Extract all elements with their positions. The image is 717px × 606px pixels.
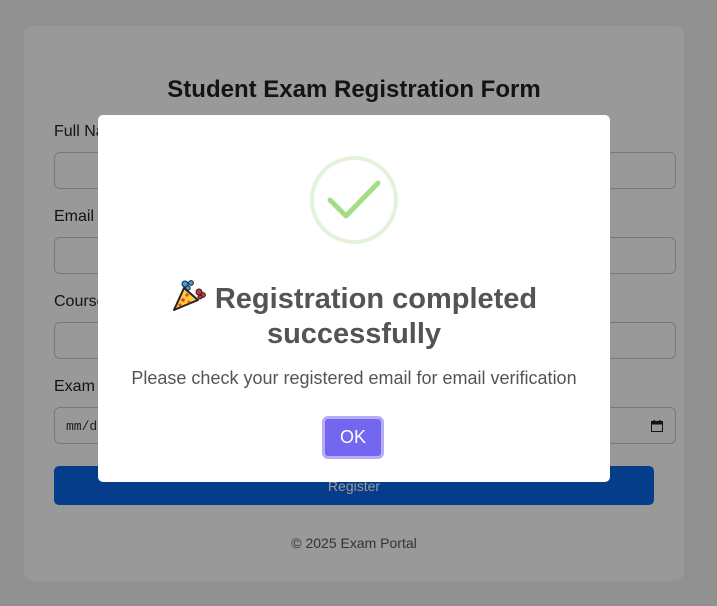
modal-title: Registration completed successfully [118,279,590,352]
modal-message: Please check your registered email for e… [131,368,577,388]
success-check-icon [310,156,398,244]
success-modal: Registration completed successfully Plea… [98,115,610,482]
party-popper-icon [172,280,206,311]
modal-title-text: Registration completed successfully [214,283,538,350]
ok-button[interactable]: OK [322,416,384,459]
